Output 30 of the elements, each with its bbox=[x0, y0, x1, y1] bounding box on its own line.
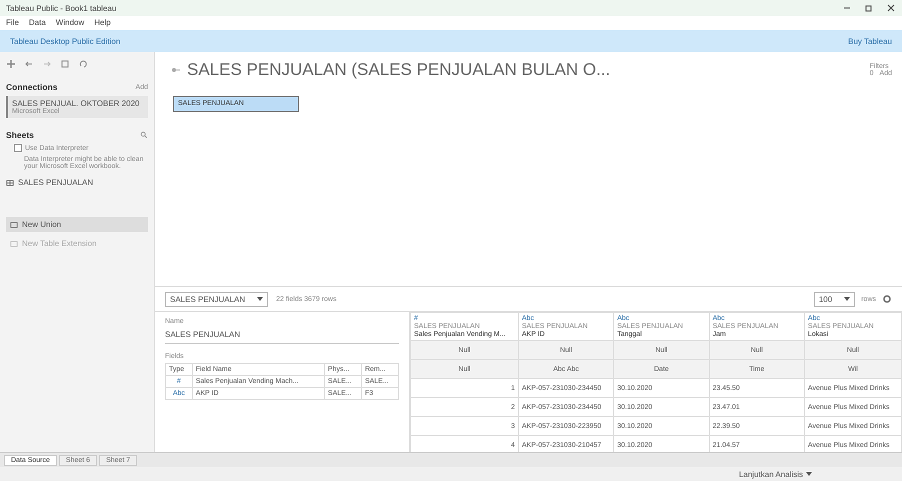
grid-icon[interactable] bbox=[6, 178, 14, 186]
action-item[interactable]: New Union bbox=[22, 220, 62, 229]
back-icon[interactable] bbox=[24, 59, 34, 69]
menu-item[interactable]: Help bbox=[94, 18, 111, 26]
menu-item[interactable]: File bbox=[6, 18, 19, 26]
table-icon[interactable] bbox=[10, 220, 18, 228]
forward-icon[interactable] bbox=[42, 59, 52, 69]
caret-icon bbox=[806, 472, 812, 476]
connections-label: Connections bbox=[6, 82, 58, 92]
sheet-item[interactable]: SALES PENJUALAN bbox=[18, 178, 94, 187]
checkbox[interactable] bbox=[14, 144, 22, 152]
undo-icon[interactable] bbox=[78, 59, 88, 69]
menu-item[interactable]: Data bbox=[28, 18, 46, 26]
table-icon[interactable] bbox=[10, 240, 18, 248]
name-field[interactable]: SALES PENJUALAN bbox=[165, 328, 399, 344]
restore-icon[interactable] bbox=[864, 3, 874, 13]
table-dropdown[interactable]: SALES PENJUALAN bbox=[165, 292, 268, 306]
window-title: Tableau Public - Book1 tableau bbox=[6, 4, 116, 12]
menu-item[interactable]: Window bbox=[56, 18, 84, 26]
banner-text: Tableau Desktop Public Edition bbox=[10, 36, 120, 46]
caret-icon bbox=[844, 297, 850, 301]
caret-icon bbox=[257, 297, 264, 301]
datasource-icon[interactable] bbox=[171, 65, 181, 75]
search-icon[interactable] bbox=[140, 131, 148, 139]
rows-dropdown[interactable]: 100 bbox=[814, 292, 856, 306]
close-icon[interactable] bbox=[886, 3, 896, 13]
user-menu[interactable]: Lanjutkan Analisis bbox=[738, 470, 803, 478]
sheets-label: Sheets bbox=[6, 130, 34, 140]
buy-link[interactable]: Buy Tableau bbox=[848, 36, 892, 46]
datasource-title[interactable]: SALES PENJUALAN (SALES PENJUALAN BULAN O... bbox=[187, 60, 610, 80]
